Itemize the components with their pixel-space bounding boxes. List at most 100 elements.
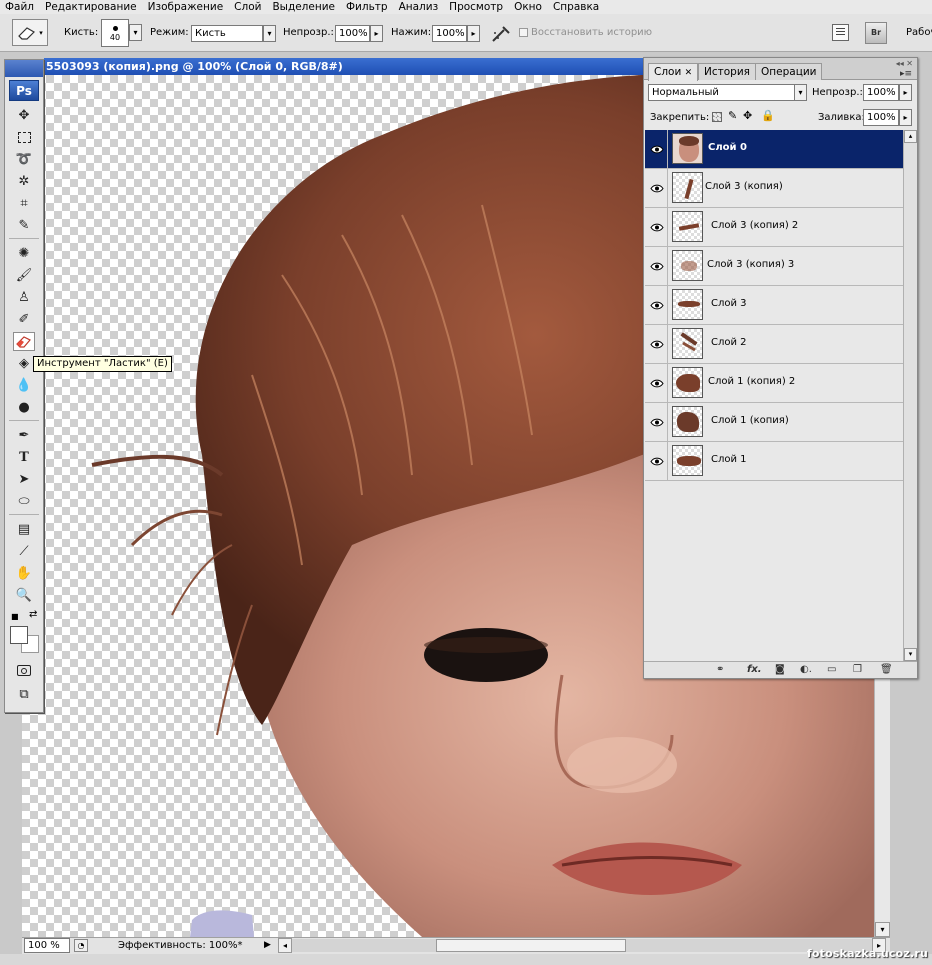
menu-select[interactable]: Выделение xyxy=(267,1,341,13)
layer-opacity-stepper[interactable]: ▸ xyxy=(899,84,912,101)
menu-file[interactable]: Файл xyxy=(0,1,40,13)
panel-collapse-icon[interactable]: ◂◂ ✕ xyxy=(896,59,913,68)
toolbox-grip[interactable] xyxy=(5,60,43,77)
lock-all-icon[interactable]: 🔒 xyxy=(761,109,775,122)
path-selection-tool-icon[interactable]: ➤ xyxy=(13,470,35,489)
link-layers-icon[interactable]: ⚭ xyxy=(716,664,724,675)
menu-filter[interactable]: Фильтр xyxy=(341,1,394,13)
layer-row[interactable]: Слой 1 (копия) xyxy=(645,403,903,442)
layer-row[interactable]: Слой 3 (копия) 2 xyxy=(645,208,903,247)
visibility-eye-icon[interactable] xyxy=(646,403,668,441)
visibility-eye-icon[interactable] xyxy=(646,208,668,246)
eyedropper-tool-icon[interactable]: ⟋ xyxy=(13,542,35,561)
layer-row[interactable]: Слой 0 xyxy=(645,130,903,169)
notes-tool-icon[interactable]: ▤ xyxy=(13,520,35,539)
screen-mode-icon[interactable]: ⧉ xyxy=(13,685,35,704)
lasso-tool-icon[interactable]: ➰ xyxy=(13,150,35,169)
zoom-tool-icon[interactable]: 🔍 xyxy=(13,586,35,605)
menu-image[interactable]: Изображение xyxy=(143,1,230,13)
workspace-label[interactable]: Рабоч xyxy=(906,27,932,38)
layer-row[interactable]: Слой 3 xyxy=(645,286,903,325)
scroll-down-button[interactable]: ▾ xyxy=(875,922,890,937)
visibility-eye-icon[interactable] xyxy=(646,169,668,207)
ps-logo[interactable]: Ps xyxy=(9,80,39,101)
blur-tool-icon[interactable]: 💧 xyxy=(13,376,35,395)
magic-wand-tool-icon[interactable]: ✲ xyxy=(13,172,35,191)
menu-help[interactable]: Справка xyxy=(548,1,605,13)
menu-window[interactable]: Окно xyxy=(509,1,548,13)
layer-row[interactable]: Слой 3 (копия) 3 xyxy=(645,247,903,286)
tool-preset-picker[interactable]: ▾ xyxy=(12,19,48,46)
delete-layer-icon[interactable]: 🗑 xyxy=(880,664,893,675)
fill-stepper[interactable]: ▸ xyxy=(899,109,912,126)
tab-actions[interactable]: Операции xyxy=(755,63,823,80)
close-tab-icon[interactable]: ✕ xyxy=(685,68,693,78)
mode-select[interactable]: Кисть xyxy=(191,25,263,42)
hand-tool-icon[interactable]: ✋ xyxy=(13,564,35,583)
layers-scrollbar[interactable]: ▴ ▾ xyxy=(903,130,917,661)
lock-pixels-icon[interactable]: ✎ xyxy=(728,109,737,122)
pressure-input[interactable]: 100% xyxy=(432,25,467,42)
marquee-tool-icon[interactable] xyxy=(13,128,35,147)
type-tool-icon[interactable]: T xyxy=(13,448,35,467)
visibility-eye-icon[interactable] xyxy=(646,286,668,324)
move-tool-icon[interactable]: ✥ xyxy=(13,106,35,125)
visibility-eye-icon[interactable] xyxy=(646,130,668,168)
horizontal-scroll-thumb[interactable] xyxy=(436,939,626,952)
visibility-eye-icon[interactable] xyxy=(646,325,668,363)
dodge-tool-icon[interactable]: ● xyxy=(13,398,35,417)
crop-tool-icon[interactable]: ⌗ xyxy=(13,194,35,213)
menu-edit[interactable]: Редактирование xyxy=(40,1,143,13)
scroll-left-button[interactable]: ◂ xyxy=(278,938,292,953)
lock-position-icon[interactable]: ✥ xyxy=(743,109,752,122)
mode-dropdown-button[interactable]: ▾ xyxy=(263,25,276,42)
layer-row[interactable]: Слой 3 (копия) xyxy=(645,169,903,208)
layer-opacity-input[interactable]: 100% xyxy=(863,84,899,101)
brush-dropdown-button[interactable]: ▾ xyxy=(129,24,142,41)
status-menu-arrow[interactable]: ▶ xyxy=(264,940,271,950)
zoom-input[interactable]: 100 % xyxy=(24,938,70,953)
panel-menu-icon[interactable]: ▸≡ xyxy=(900,69,912,79)
airbrush-icon[interactable] xyxy=(490,24,512,44)
brush-tool-icon[interactable]: 🖌 xyxy=(13,266,35,285)
paint-bucket-tool-icon[interactable]: ◈ xyxy=(13,354,35,373)
default-colors-icon[interactable]: ■ xyxy=(11,612,19,621)
opacity-stepper[interactable]: ▸ xyxy=(370,25,383,42)
tab-layers[interactable]: Слои ✕ xyxy=(648,63,699,81)
pressure-stepper[interactable]: ▸ xyxy=(467,25,480,42)
new-layer-icon[interactable]: ❐ xyxy=(853,664,862,675)
visibility-eye-icon[interactable] xyxy=(646,247,668,285)
visibility-eye-icon[interactable] xyxy=(646,442,668,480)
new-group-icon[interactable]: ▭ xyxy=(827,664,836,675)
blend-mode-dropdown[interactable]: ▾ xyxy=(794,84,807,101)
layer-row[interactable]: Слой 2 xyxy=(645,325,903,364)
adjustment-layer-icon[interactable]: ◐. xyxy=(800,664,812,675)
opacity-input[interactable]: 100% xyxy=(335,25,370,42)
layer-style-icon[interactable]: fx. xyxy=(747,664,762,675)
brush-picker[interactable]: 40 xyxy=(101,19,129,47)
layer-row[interactable]: Слой 1 (копия) 2 xyxy=(645,364,903,403)
shape-tool-icon[interactable]: ⬭ xyxy=(13,492,35,511)
zoom-icon[interactable]: ◔ xyxy=(74,939,88,952)
foreground-color-swatch[interactable] xyxy=(10,626,28,644)
layer-row[interactable]: Слой 1 xyxy=(645,442,903,481)
history-brush-tool-icon[interactable]: ✐ xyxy=(13,310,35,329)
restore-history-checkbox[interactable] xyxy=(519,28,528,37)
palette-well-icon[interactable] xyxy=(832,24,849,41)
blend-mode-select[interactable]: Нормальный xyxy=(648,84,796,101)
fill-input[interactable]: 100% xyxy=(863,109,899,126)
bridge-icon[interactable]: Br xyxy=(865,22,887,44)
layers-scroll-down[interactable]: ▾ xyxy=(904,648,917,661)
eraser-tool-icon[interactable] xyxy=(13,332,35,351)
lock-transparency-icon[interactable] xyxy=(712,112,722,122)
swap-colors-icon[interactable]: ⇄ xyxy=(29,609,37,620)
document-title[interactable]: 5503093 (копия).png @ 100% (Слой 0, RGB/… xyxy=(44,58,644,75)
quick-mask-icon[interactable] xyxy=(13,661,35,680)
layers-scroll-up[interactable]: ▴ xyxy=(904,130,917,143)
visibility-eye-icon[interactable] xyxy=(646,364,668,402)
stamp-tool-icon[interactable]: ♙ xyxy=(13,288,35,307)
slice-tool-icon[interactable]: ✎ xyxy=(13,216,35,235)
menu-layer[interactable]: Слой xyxy=(229,1,267,13)
add-mask-icon[interactable]: ◙ xyxy=(775,664,785,675)
pen-tool-icon[interactable]: ✒ xyxy=(13,426,35,445)
